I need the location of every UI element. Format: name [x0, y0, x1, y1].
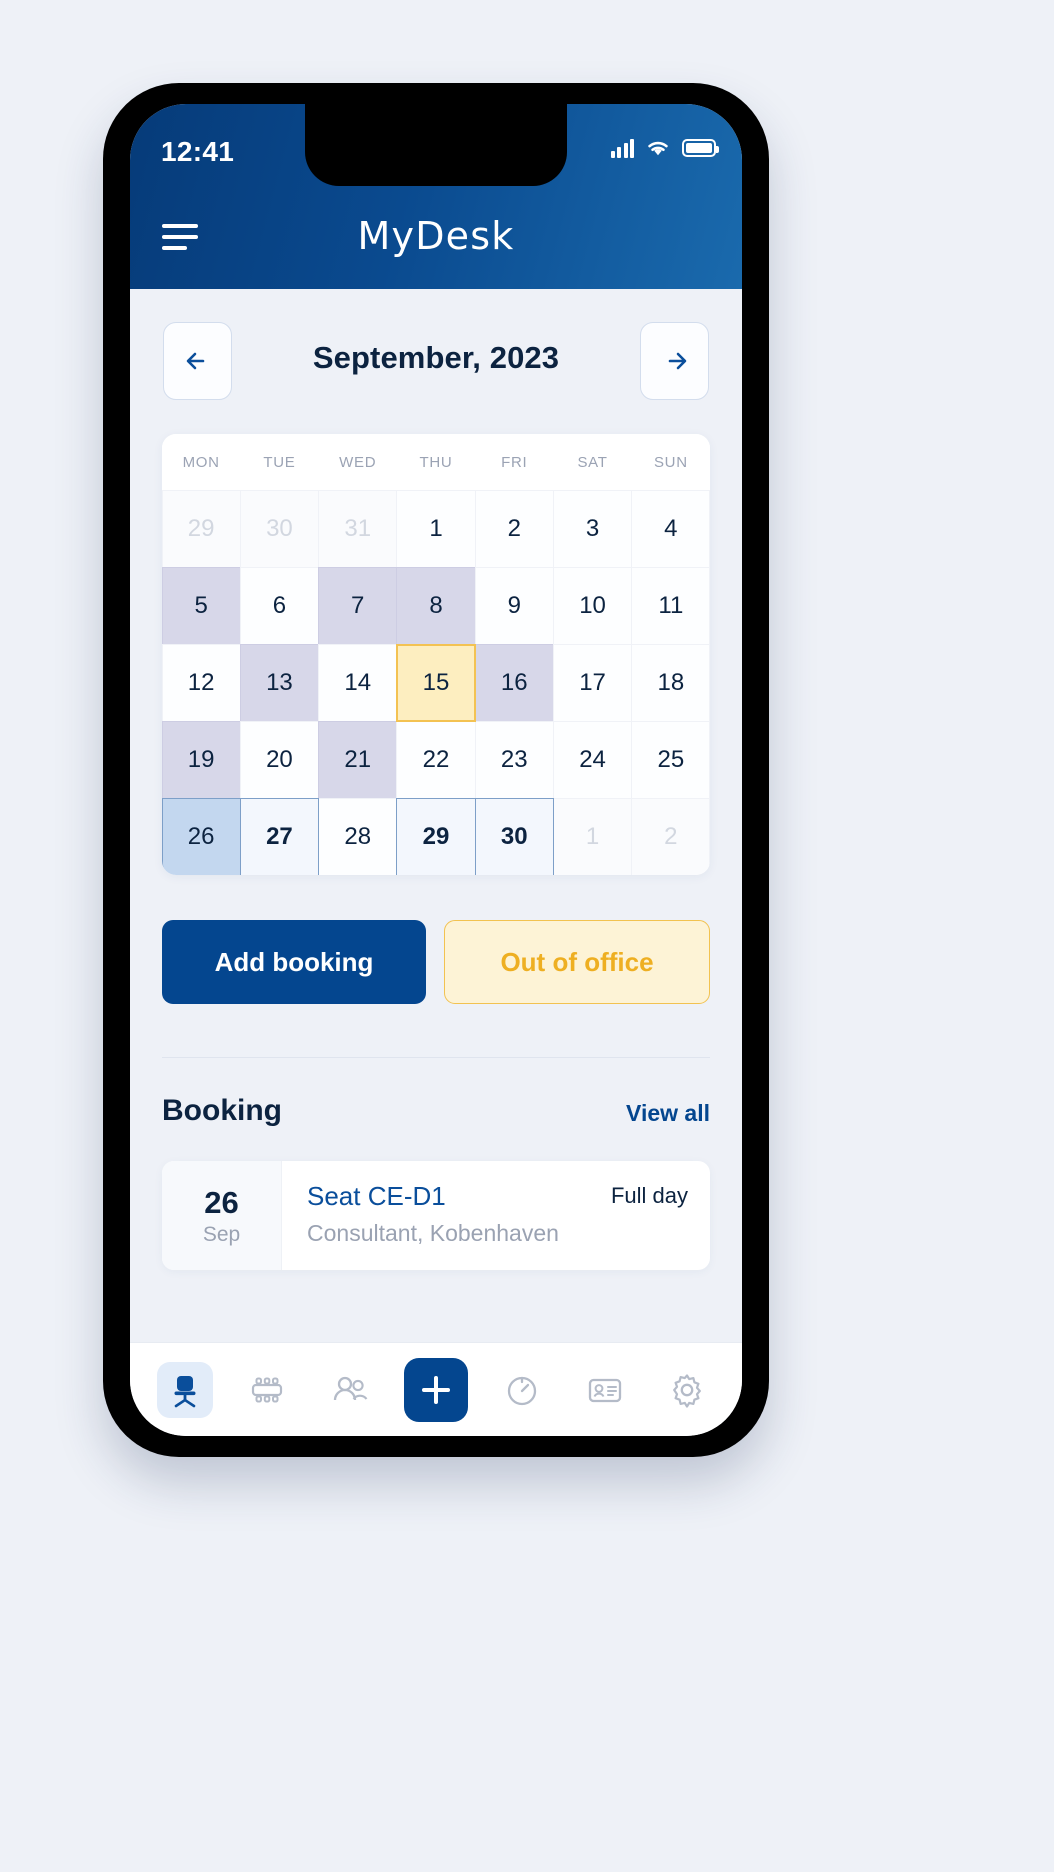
signal-icon — [610, 138, 634, 158]
calendar-day-cell[interactable]: 20 — [239, 720, 320, 799]
calendar-day-cell[interactable]: 9 — [474, 566, 554, 645]
calendar-day-cell[interactable]: 10 — [552, 566, 633, 645]
calendar-week-row: 19 20 21 22 23 24 25 — [162, 720, 710, 799]
nav-item-timer[interactable] — [494, 1362, 550, 1418]
calendar-weekday: THU — [419, 453, 453, 471]
calendar-day-cell[interactable]: 28 — [318, 797, 398, 875]
calendar-day-cell[interactable]: 12 — [162, 643, 241, 722]
month-title: September, 2023 — [312, 340, 560, 375]
phone-screen: 12:41 MyDesk September, 2023 MON TUE WED… — [130, 104, 742, 1436]
calendar-day-cell[interactable]: 30 — [239, 489, 320, 568]
section-divider — [162, 1057, 710, 1058]
calendar-day-cell[interactable]: 19 — [162, 720, 241, 799]
calendar-weekday-row: MON TUE WED THU FRI SAT SUN — [162, 434, 710, 490]
calendar-weekday: SUN — [653, 453, 688, 471]
wifi-icon — [648, 141, 668, 156]
booking-section-title: Booking — [162, 1094, 282, 1127]
add-booking-button[interactable]: Add booking — [162, 920, 426, 1004]
calendar-day-cell[interactable]: 29 — [396, 797, 476, 875]
calendar-day-cell[interactable]: 16 — [474, 643, 554, 722]
nav-item-desk[interactable] — [157, 1361, 214, 1418]
calendar-day-cell[interactable]: 25 — [631, 720, 710, 799]
phone-notch — [305, 104, 567, 186]
calendar-day-cell[interactable]: 1 — [552, 797, 633, 875]
calendar-day-cell[interactable]: 15 — [396, 643, 476, 722]
calendar-week-row: 26 27 28 29 30 1 2 — [162, 797, 710, 875]
app-logo: MyDesk — [357, 214, 515, 258]
calendar-weekday: SAT — [577, 453, 608, 471]
calendar-grid: MON TUE WED THU FRI SAT SUN 29 30 31 1 2 3 4 5 6 7 8 9 10 1… — [162, 434, 710, 875]
people-icon — [333, 1376, 368, 1400]
main-content: September, 2023 MON TUE WED THU FRI SAT SUN 29… — [130, 289, 742, 1342]
calendar-day-cell[interactable]: 21 — [318, 720, 398, 799]
phone-frame: 12:41 MyDesk September, 2023 MON TUE WED… — [103, 83, 769, 1457]
calendar-day-cell[interactable]: 3 — [552, 489, 633, 568]
status-icons — [610, 138, 719, 158]
calendar-weekday: WED — [339, 453, 377, 471]
calendar-day-cell[interactable]: 17 — [552, 643, 633, 722]
nav-item-meeting-room[interactable] — [239, 1362, 295, 1418]
calendar-day-cell[interactable]: 31 — [318, 489, 398, 568]
calendar-day-cell[interactable]: 30 — [474, 797, 554, 875]
calendar-day-cell[interactable]: 7 — [318, 566, 398, 645]
gear-icon — [672, 1373, 701, 1408]
booking-month: Sep — [202, 1222, 241, 1246]
nav-item-add[interactable] — [403, 1357, 468, 1422]
action-buttons: Add booking Out of office — [162, 920, 710, 1004]
calendar-weekday: TUE — [263, 453, 296, 471]
calendar-day-cell[interactable]: 13 — [239, 643, 320, 722]
bottom-navigation — [130, 1342, 742, 1436]
calendar-week-row: 12 13 14 15 16 17 18 — [162, 643, 710, 722]
nav-item-settings[interactable] — [659, 1362, 715, 1418]
calendar-day-cell[interactable]: 29 — [162, 489, 241, 568]
booking-day: 26 — [204, 1184, 239, 1220]
next-month-button[interactable] — [640, 322, 709, 400]
calendar-day-cell[interactable]: 22 — [396, 720, 476, 799]
booking-section-header: Booking View all — [162, 1094, 710, 1134]
stopwatch-icon — [508, 1376, 537, 1405]
calendar-day-cell[interactable]: 27 — [239, 797, 320, 875]
battery-icon — [682, 139, 719, 157]
booking-location: Consultant, Kobenhaven — [307, 1220, 559, 1246]
calendar-body: 29 30 31 1 2 3 4 5 6 7 8 9 10 11 12 13 14 15 16 17 18 19 20 21 2… — [162, 489, 710, 875]
arrow-right-icon — [668, 352, 686, 370]
out-of-office-button[interactable]: Out of office — [444, 920, 710, 1004]
calendar-day-cell[interactable]: 26 — [162, 797, 241, 875]
calendar-day-cell[interactable]: 1 — [396, 489, 476, 568]
app-nav-bar: MyDesk — [130, 192, 742, 289]
nav-item-people[interactable] — [322, 1362, 378, 1418]
calendar-day-cell[interactable]: 8 — [396, 566, 476, 645]
month-navigation: September, 2023 — [163, 322, 709, 400]
calendar-day-cell[interactable]: 24 — [552, 720, 633, 799]
calendar-weekday: MON — [182, 453, 220, 471]
calendar-day-cell[interactable]: 11 — [631, 566, 710, 645]
calendar-day-cell[interactable]: 4 — [631, 489, 710, 568]
booking-date-block: 26 Sep — [162, 1161, 282, 1270]
calendar-day-cell[interactable]: 5 — [162, 566, 241, 645]
plus-icon — [421, 1375, 450, 1404]
calendar-day-cell[interactable]: 18 — [631, 643, 710, 722]
calendar-day-cell[interactable]: 2 — [631, 797, 710, 875]
booking-duration: Full day — [610, 1183, 688, 1208]
calendar-day-cell[interactable]: 6 — [239, 566, 320, 645]
view-all-link[interactable]: View all — [626, 1100, 710, 1127]
calendar-day-cell[interactable]: 14 — [318, 643, 398, 722]
calendar-week-row: 5 6 7 8 9 10 11 — [162, 566, 710, 645]
calendar-week-row: 29 30 31 1 2 3 4 — [162, 489, 710, 568]
booking-info: Seat CE-D1 Consultant, Kobenhaven Full d… — [282, 1161, 710, 1270]
office-chair-icon — [174, 1375, 196, 1407]
calendar-day-cell[interactable]: 23 — [474, 720, 554, 799]
meeting-room-icon — [252, 1377, 283, 1402]
status-time: 12:41 — [161, 136, 235, 167]
booking-card[interactable]: 26 Sep Seat CE-D1 Consultant, Kobenhaven… — [162, 1161, 710, 1270]
id-badge-icon — [588, 1378, 621, 1402]
calendar-weekday: FRI — [501, 453, 528, 471]
nav-item-badge[interactable] — [577, 1362, 633, 1418]
calendar-day-cell[interactable]: 2 — [474, 489, 554, 568]
